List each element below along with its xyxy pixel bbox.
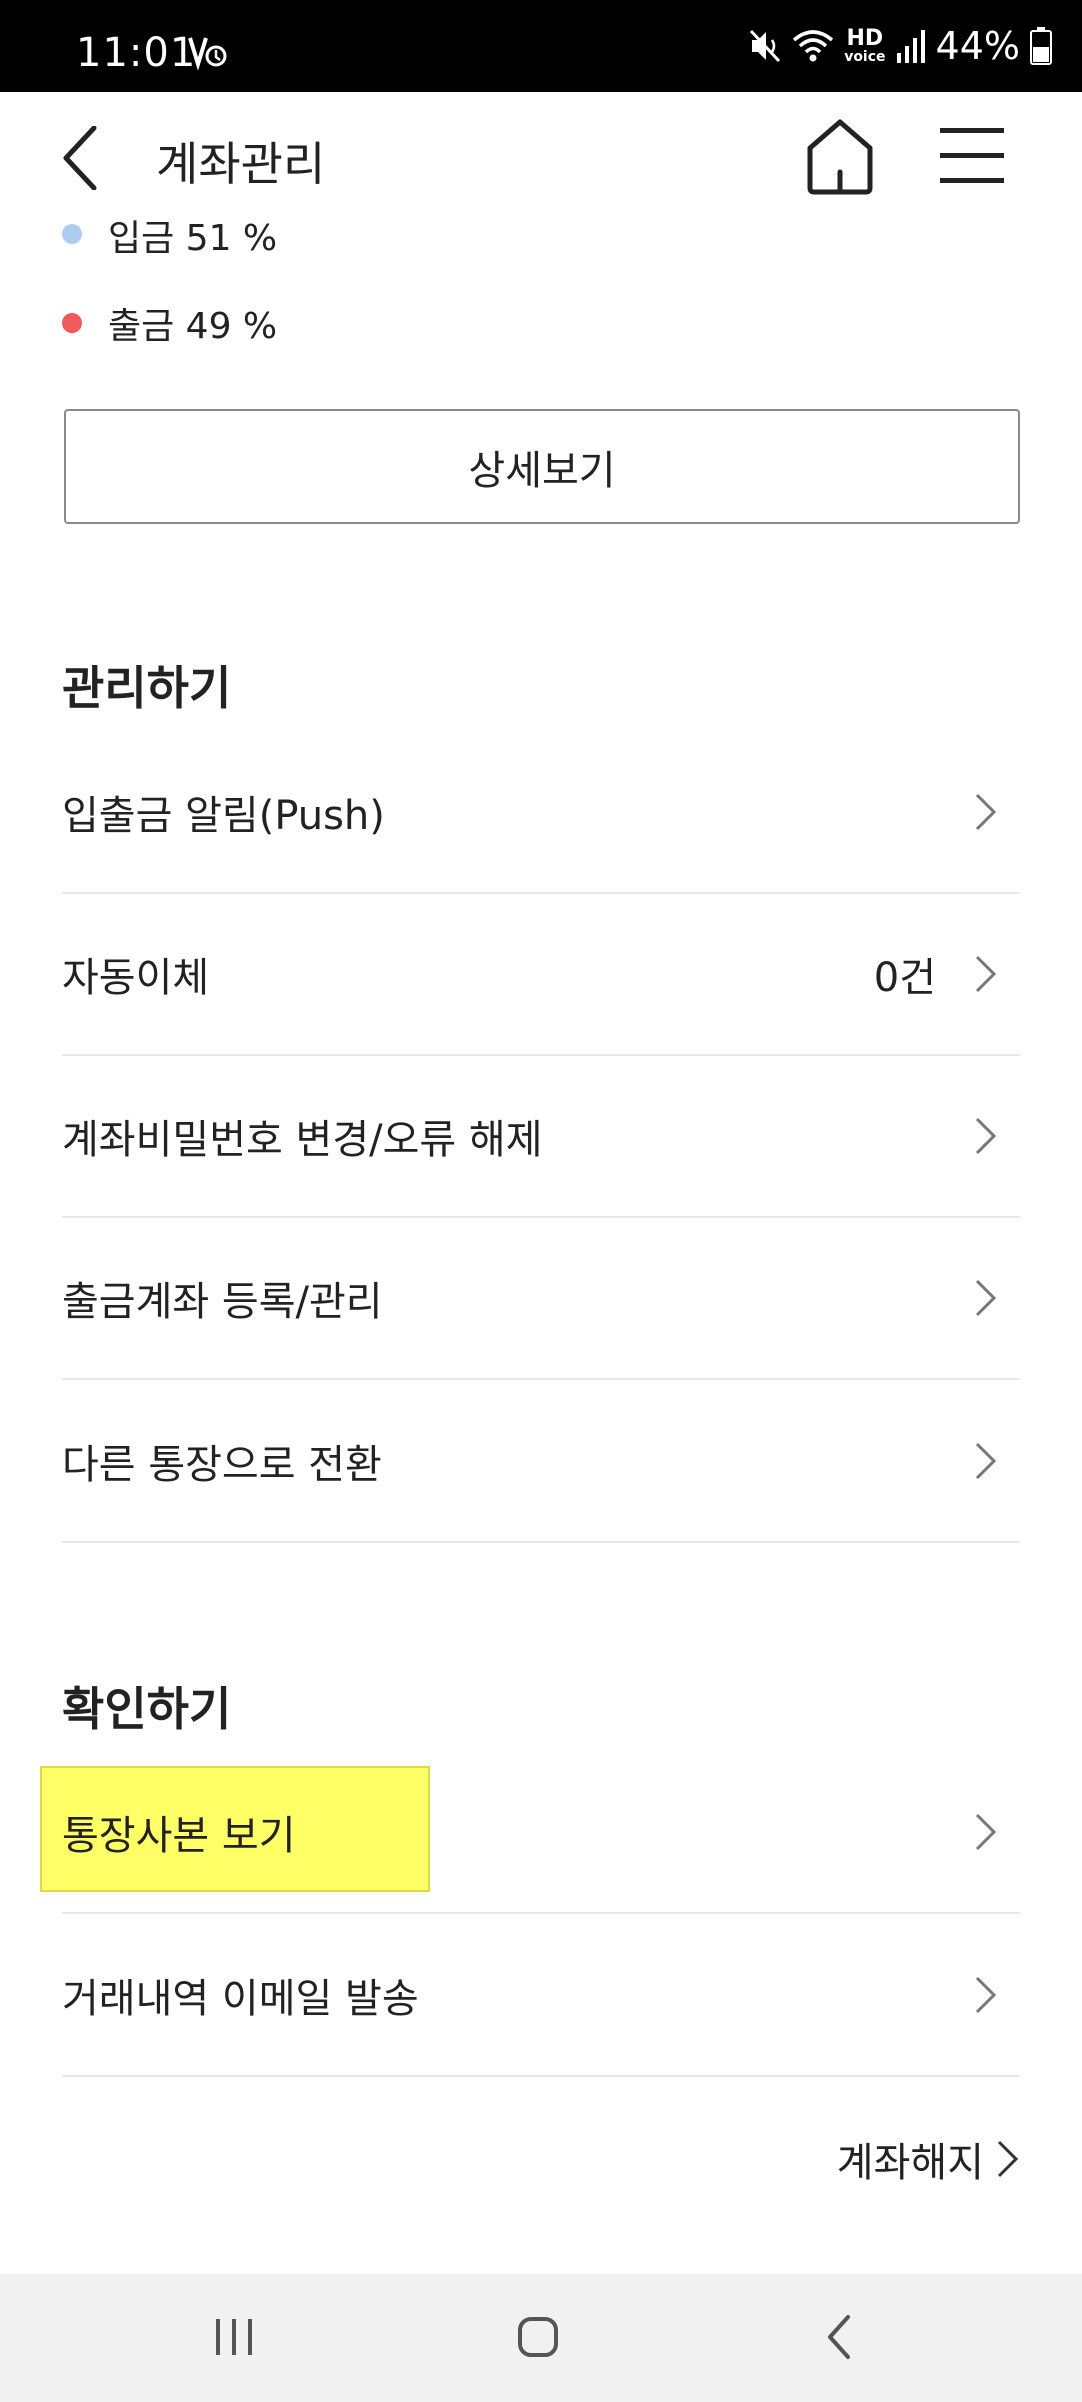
home-nav-button[interactable] — [498, 2304, 578, 2370]
back-nav-button[interactable] — [800, 2304, 880, 2370]
battery-icon — [1030, 27, 1052, 65]
menu-button[interactable] — [936, 124, 1008, 186]
list-item-bankbook-copy[interactable]: 통장사본 보기 — [62, 1752, 1020, 1914]
check-section-title: 확인하기 — [62, 1682, 232, 1736]
auto-transfer-count: 0건 — [873, 955, 936, 1001]
list-item-push-alert[interactable]: 입출금 알림(Push) — [62, 732, 1020, 894]
list-item-change-password[interactable]: 계좌비밀번호 변경/오류 해제 — [62, 1056, 1020, 1218]
chevron-right-icon — [974, 1441, 998, 1481]
page-title: 계좌관리 — [156, 137, 326, 191]
manage-section-title: 관리하기 — [62, 661, 232, 715]
battery-percent: 44% — [935, 24, 1020, 68]
status-icons: HD voice 44% — [748, 24, 1052, 68]
legend-withdrawal-label: 출금 49 % — [108, 306, 278, 347]
legend-withdrawal: 출금 49 % — [62, 298, 277, 348]
hd-voice-bottom: voice — [844, 49, 886, 65]
system-nav-bar — [0, 2274, 1082, 2402]
recent-apps-icon — [216, 2319, 252, 2355]
signal-icon — [896, 30, 925, 63]
chevron-right-icon — [974, 1975, 998, 2015]
close-account-label: 계좌해지 — [836, 2140, 984, 2186]
wifi-icon — [793, 30, 834, 62]
chevron-right-icon — [974, 792, 998, 832]
mute-icon — [750, 29, 781, 63]
home-button-icon — [518, 2317, 558, 2357]
detail-button[interactable]: 상세보기 — [64, 409, 1020, 524]
nfc-icon — [188, 37, 227, 70]
list-item-switch-account[interactable]: 다른 통장으로 전환 — [62, 1381, 1020, 1543]
recent-apps-button[interactable] — [194, 2304, 274, 2370]
hd-voice-icon: HD voice — [844, 26, 886, 65]
legend-deposit-label: 입금 51 % — [108, 218, 278, 254]
hd-voice-top: HD — [846, 26, 884, 51]
hamburger-menu-icon — [940, 128, 1004, 183]
row-label: 자동이체 — [62, 955, 210, 1001]
list-item-email-history[interactable]: 거래내역 이메일 발송 — [62, 1915, 1020, 2077]
app-header: 계좌관리 — [0, 92, 1082, 222]
home-button[interactable] — [804, 118, 876, 196]
close-account-link[interactable]: 계좌해지 — [837, 2130, 1020, 2188]
legend-deposit: 입금 51 % — [62, 214, 277, 254]
row-label: 통장사본 보기 — [62, 1813, 296, 1859]
row-label: 거래내역 이메일 발송 — [62, 1976, 419, 2022]
back-icon — [828, 2315, 850, 2359]
list-item-auto-transfer[interactable]: 자동이체 0건 — [62, 894, 1020, 1056]
row-label: 입출금 알림(Push) — [62, 793, 385, 839]
chevron-right-icon — [974, 1116, 998, 1156]
withdrawal-dot — [62, 313, 82, 333]
deposit-dot — [62, 224, 82, 244]
chevron-right-icon — [974, 954, 998, 994]
chevron-right-icon — [974, 1278, 998, 1318]
row-label: 출금계좌 등록/관리 — [62, 1279, 383, 1325]
home-icon — [807, 119, 873, 195]
row-label: 다른 통장으로 전환 — [62, 1442, 382, 1488]
list-item-withdrawal-account[interactable]: 출금계좌 등록/관리 — [62, 1218, 1020, 1380]
chevron-right-icon — [996, 2139, 1020, 2179]
status-time: 11:01 — [76, 30, 197, 76]
back-button[interactable] — [62, 120, 122, 196]
row-label: 계좌비밀번호 변경/오류 해제 — [62, 1117, 543, 1163]
chevron-left-icon — [63, 126, 97, 190]
status-bar: 11:01 HD voice 44% — [0, 0, 1082, 92]
chevron-right-icon — [974, 1812, 998, 1852]
